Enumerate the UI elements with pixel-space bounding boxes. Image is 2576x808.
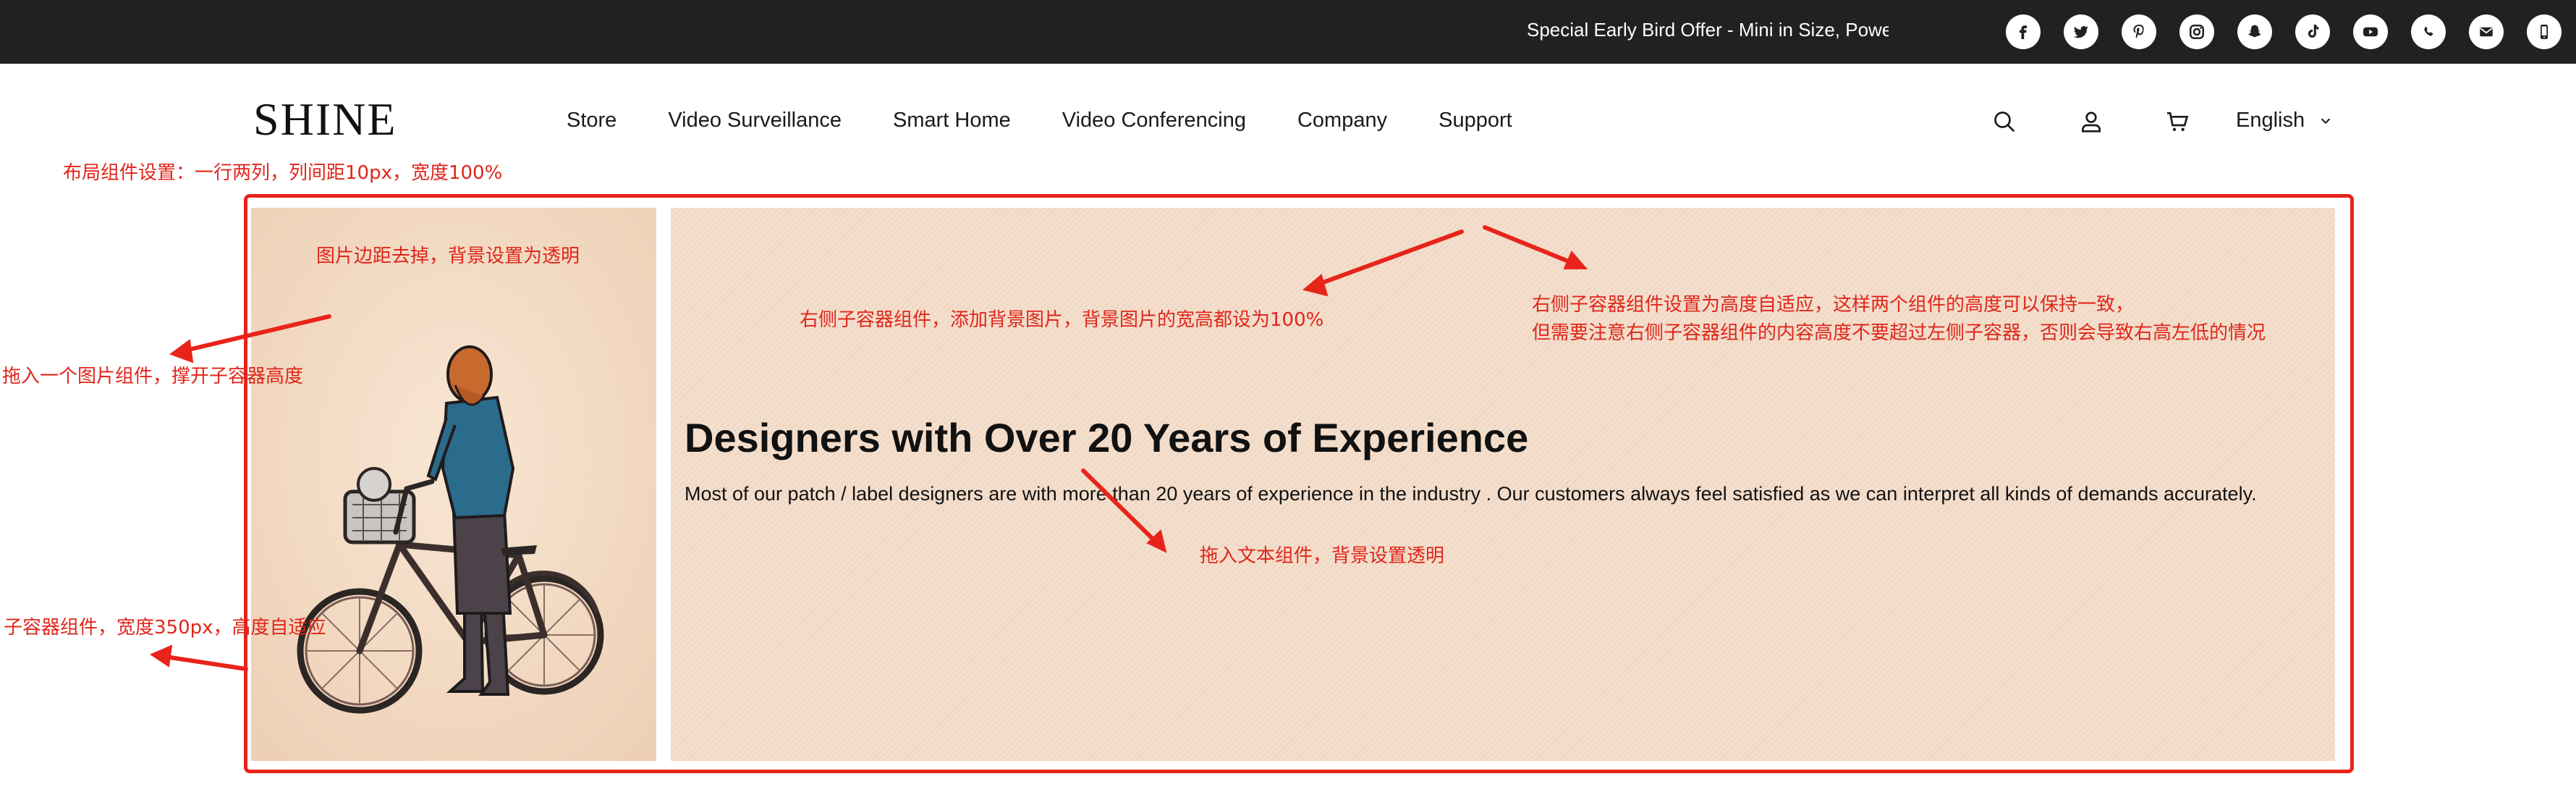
- header-actions: [1990, 107, 2192, 136]
- annotation-drag-image: 拖入一个图片组件，撑开子容器高度: [2, 366, 304, 387]
- search-icon[interactable]: [1990, 107, 2019, 136]
- twitter-icon[interactable]: [2064, 14, 2098, 49]
- nav-item-support[interactable]: Support: [1439, 109, 1512, 132]
- tiktok-icon[interactable]: [2295, 14, 2330, 49]
- annotation-layout: 布局组件设置：一行两列，列间距10px，宽度100%: [63, 162, 503, 184]
- nav-item-video-surveillance[interactable]: Video Surveillance: [668, 109, 842, 132]
- snapchat-icon[interactable]: [2237, 14, 2272, 49]
- chevron-down-icon: [2321, 118, 2331, 124]
- announcement-text[interactable]: Special Early Bird Offer - Mini in Size,…: [1527, 0, 1889, 64]
- facebook-icon[interactable]: [2006, 14, 2041, 49]
- nav-item-company[interactable]: Company: [1297, 109, 1387, 132]
- annotation-image-margin: 图片边距去掉，背景设置为透明: [316, 245, 580, 267]
- section-paragraph: Most of our patch / label designers are …: [685, 483, 2257, 505]
- annotation-right-bg: 右侧子容器组件，添加背景图片，背景图片的宽高都设为100%: [800, 309, 1324, 331]
- annotation-left-container: 子容器组件，宽度350px，高度自适应: [4, 617, 326, 639]
- cart-icon[interactable]: [2164, 107, 2192, 136]
- email-icon[interactable]: [2469, 14, 2504, 49]
- section-heading: Designers with Over 20 Years of Experien…: [685, 415, 1529, 460]
- cyclist-illustration: [251, 208, 656, 761]
- whatsapp-icon[interactable]: [2411, 14, 2446, 49]
- left-container: [251, 208, 656, 761]
- annotation-right-height-2: 但需要注意右侧子容器组件的内容高度不要超过左侧子容器，否则会导致右高左低的情况: [1532, 322, 2266, 344]
- nav-item-store[interactable]: Store: [567, 109, 617, 132]
- pinterest-icon[interactable]: [2122, 14, 2156, 49]
- site-logo[interactable]: SHINE: [253, 93, 397, 146]
- nav-item-smart-home[interactable]: Smart Home: [893, 109, 1011, 132]
- main-nav: Store Video Surveillance Smart Home Vide…: [567, 109, 1512, 132]
- instagram-icon[interactable]: [2179, 14, 2214, 49]
- nav-item-video-conferencing[interactable]: Video Conferencing: [1062, 109, 1246, 132]
- annotation-drag-text: 拖入文本组件，背景设置透明: [1200, 545, 1445, 567]
- language-label: English: [2236, 109, 2305, 132]
- language-selector[interactable]: English: [2236, 109, 2334, 132]
- account-icon[interactable]: [2077, 107, 2106, 136]
- announcement-bar: Special Early Bird Offer - Mini in Size,…: [0, 0, 2576, 64]
- phone-icon[interactable]: [2527, 14, 2562, 49]
- annotation-right-height-1: 右侧子容器组件设置为高度自适应，这样两个组件的高度可以保持一致，: [1532, 294, 2135, 316]
- youtube-icon[interactable]: [2353, 14, 2388, 49]
- social-icons: [2006, 14, 2562, 49]
